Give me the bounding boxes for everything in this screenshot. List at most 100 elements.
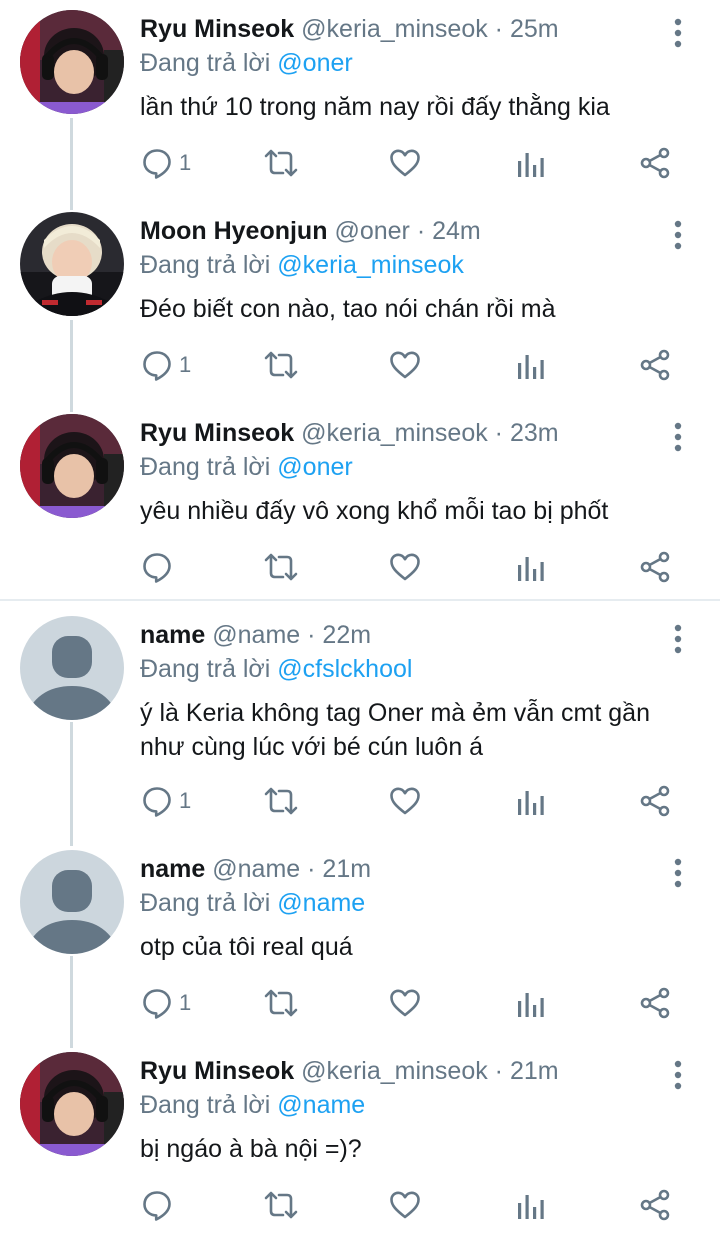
user-handle[interactable]: @name [212,855,300,883]
tweet-text: Đéo biết con nào, tao nói chán rồi mà [140,295,556,323]
share-icon [640,1189,670,1221]
analytics-icon [518,791,544,815]
timestamp[interactable]: 24m [432,217,481,245]
more-vertical-icon[interactable] [668,422,688,452]
tweet-text: yêu nhiều đấy vô xong khổ mỗi tao bị phố… [140,497,609,525]
mention-link[interactable]: @name [277,889,365,917]
more-vertical-icon[interactable] [668,18,688,48]
thread-divider [0,599,720,601]
avatar[interactable] [20,10,124,114]
analytics-icon [518,355,544,379]
timestamp[interactable]: 21m [322,855,371,883]
heart-icon [390,553,420,581]
user-handle[interactable]: @oner [334,217,409,245]
share-icon [640,147,670,179]
avatar[interactable] [20,850,124,954]
reply-button[interactable]: 1 [141,983,191,1023]
like-button[interactable] [389,345,421,385]
replying-to: Đang trả lời @keria_minseok [140,248,464,282]
retweet-button[interactable] [263,1185,299,1225]
heart-icon [390,787,420,815]
like-button[interactable] [389,143,421,183]
retweet-button[interactable] [263,983,299,1023]
mention-link[interactable]: @cfslckhool [277,655,412,683]
avatar-photo [20,212,124,316]
heart-icon [390,989,420,1017]
tweet-header: Ryu Minseok @keria_minseok · 25m [140,12,559,46]
user-handle[interactable]: @name [212,621,300,649]
user-handle[interactable]: @keria_minseok [301,419,488,447]
more-vertical-icon[interactable] [668,220,688,250]
analytics-button[interactable] [516,983,546,1023]
analytics-button[interactable] [516,781,546,821]
tweet[interactable]: Moon Hyeonjun @oner · 24m Đang trả lời @… [0,202,720,402]
mention-link[interactable]: @oner [277,49,352,77]
share-button[interactable] [638,1185,672,1225]
reply-button[interactable]: 1 [141,781,191,821]
share-button[interactable] [638,345,672,385]
more-vertical-icon[interactable] [668,858,688,888]
share-button[interactable] [638,547,672,587]
avatar[interactable] [20,616,124,720]
replying-to-label: Đang trả lời [140,1091,271,1119]
analytics-button[interactable] [516,1185,546,1225]
like-button[interactable] [389,1185,421,1225]
replying-to: Đang trả lời @name [140,886,365,920]
share-icon [640,349,670,381]
retweet-button[interactable] [263,781,299,821]
retweet-button[interactable] [263,547,299,587]
share-icon [640,785,670,817]
display-name[interactable]: name [140,621,205,649]
tweet-header: name @name · 21m [140,852,371,886]
separator-dot: · [307,621,316,649]
avatar-photo [20,10,124,114]
avatar[interactable] [20,414,124,518]
user-handle[interactable]: @keria_minseok [301,1057,488,1085]
display-name[interactable]: name [140,855,205,883]
retweet-button[interactable] [263,345,299,385]
reply-button[interactable] [141,1185,179,1225]
more-vertical-icon[interactable] [668,624,688,654]
tweet-actions [0,547,720,587]
timestamp[interactable]: 25m [510,15,559,43]
timestamp[interactable]: 21m [510,1057,559,1085]
separator-dot: · [416,217,426,245]
display-name[interactable]: Ryu Minseok [140,15,294,43]
reply-button[interactable] [141,547,179,587]
more-vertical-icon[interactable] [668,1060,688,1090]
share-button[interactable] [638,781,672,821]
tweet[interactable]: name @name · 21m Đang trả lời @name otp … [0,840,720,1040]
like-button[interactable] [389,781,421,821]
mention-link[interactable]: @name [277,1091,365,1119]
tweet[interactable]: name @name · 22m Đang trả lời @cfslckhoo… [0,606,720,838]
reply-button[interactable]: 1 [141,143,191,183]
share-button[interactable] [638,983,672,1023]
timestamp[interactable]: 23m [510,419,559,447]
replying-to-label: Đang trả lời [140,251,271,279]
timestamp[interactable]: 22m [322,621,371,649]
tweet[interactable]: Ryu Minseok @keria_minseok · 21m Đang tr… [0,1042,720,1238]
like-button[interactable] [389,547,421,587]
analytics-button[interactable] [516,143,546,183]
mention-link[interactable]: @oner [277,453,352,481]
retweet-icon [264,787,298,815]
display-name[interactable]: Ryu Minseok [140,419,294,447]
user-handle[interactable]: @keria_minseok [301,15,488,43]
reply-count: 1 [179,150,192,175]
analytics-button[interactable] [516,345,546,385]
avatar[interactable] [20,1052,124,1156]
like-button[interactable] [389,983,421,1023]
tweet-actions: 1 [0,781,720,821]
display-name[interactable]: Ryu Minseok [140,1057,294,1085]
tweet[interactable]: Ryu Minseok @keria_minseok · 23m Đang tr… [0,404,720,598]
retweet-button[interactable] [263,143,299,183]
share-button[interactable] [638,143,672,183]
analytics-button[interactable] [516,547,546,587]
mention-link[interactable]: @keria_minseok [277,251,464,279]
reply-button[interactable]: 1 [141,345,191,385]
tweet-actions: 1 [0,983,720,1023]
display-name[interactable]: Moon Hyeonjun [140,217,327,245]
tweet[interactable]: Ryu Minseok @keria_minseok · 25m Đang tr… [0,0,720,200]
analytics-icon [518,993,544,1017]
avatar[interactable] [20,212,124,316]
